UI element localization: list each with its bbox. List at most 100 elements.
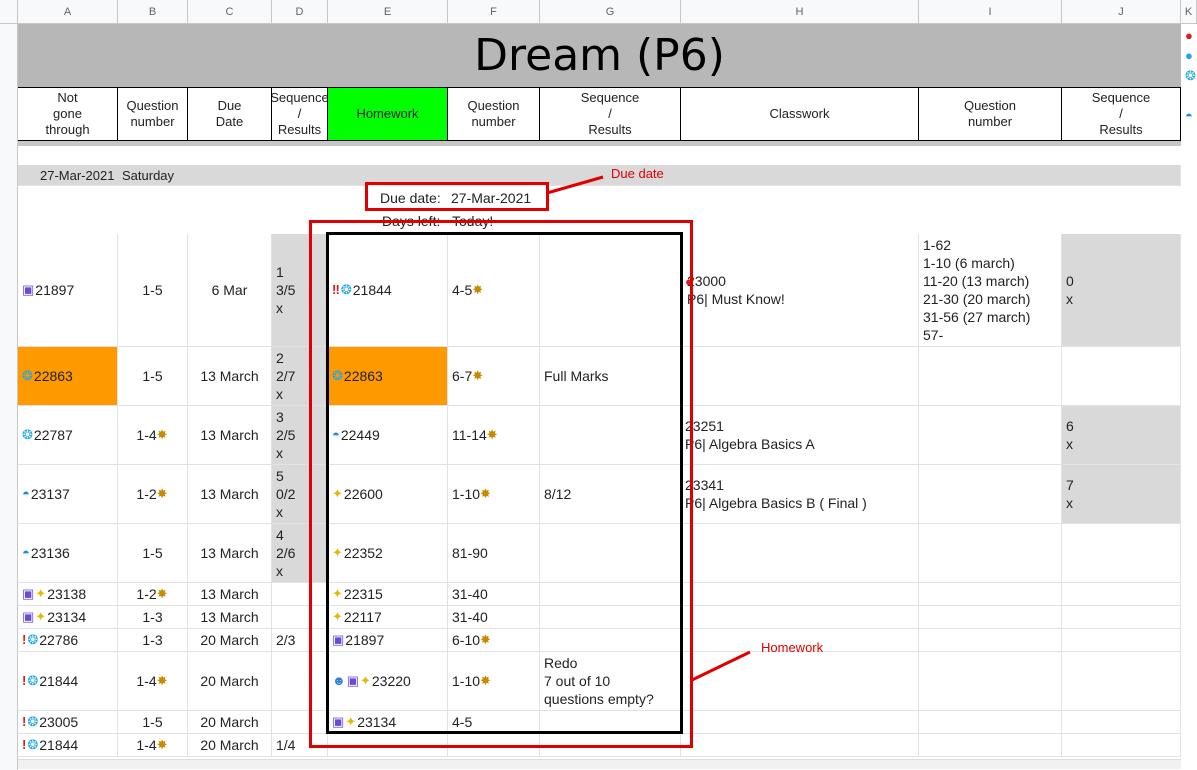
sheet-title[interactable]: Dream (P6) bbox=[18, 24, 1181, 88]
column-header-d[interactable]: D bbox=[272, 0, 328, 24]
column-header-g[interactable]: G bbox=[540, 0, 681, 24]
column-header-f[interactable]: F bbox=[448, 0, 540, 24]
header-not-gone-through[interactable]: Not gone through bbox=[18, 88, 118, 141]
cell-c-row1[interactable]: 6 Mar bbox=[188, 234, 272, 347]
cell-b-row9[interactable]: 1-4 ✸ bbox=[118, 652, 188, 711]
cell-a-row2[interactable]: ❂ 22863 bbox=[18, 347, 118, 406]
cell-h-row2[interactable] bbox=[681, 347, 919, 406]
burst-icon: ✸ bbox=[156, 586, 168, 601]
cell-b-row1[interactable]: 1-5 bbox=[118, 234, 188, 347]
column-header-h[interactable]: H bbox=[681, 0, 919, 24]
cell-b-row11[interactable]: 1-4 ✸ bbox=[118, 734, 188, 757]
header-classwork[interactable]: Classwork bbox=[681, 88, 919, 141]
cell-b-row3[interactable]: 1-4 ✸ bbox=[118, 406, 188, 465]
cell-a-row10[interactable]: ! ❂ 23005 bbox=[18, 711, 118, 734]
cell-j-row1[interactable]: 0 x bbox=[1062, 234, 1181, 347]
day-cell[interactable]: Saturday bbox=[118, 165, 188, 186]
cell-i-row11[interactable] bbox=[919, 734, 1062, 757]
cell-c-row3[interactable]: 13 March bbox=[188, 406, 272, 465]
cell-j-row4[interactable]: 7 x bbox=[1062, 465, 1181, 524]
cell-a-row8[interactable]: ! ❂ 22786 bbox=[18, 629, 118, 652]
cell-a-row1[interactable]: ▣ 21897 bbox=[18, 234, 118, 347]
cell-h-row10[interactable] bbox=[681, 711, 919, 734]
cell-h-row5[interactable] bbox=[681, 524, 919, 583]
cell-i-row9[interactable] bbox=[919, 652, 1062, 711]
cell-a-row7[interactable]: ▣ ✦ 23134 bbox=[18, 606, 118, 629]
cell-c-row10[interactable]: 20 March bbox=[188, 711, 272, 734]
cell-c-row7[interactable]: 13 March bbox=[188, 606, 272, 629]
column-header-b[interactable]: B bbox=[118, 0, 188, 24]
cell-j-row6[interactable] bbox=[1062, 583, 1181, 606]
cell-c-row6[interactable]: 13 March bbox=[188, 583, 272, 606]
corner-cell[interactable] bbox=[0, 0, 18, 24]
header-cw-sequence-results[interactable]: Sequence / Results bbox=[1062, 88, 1181, 141]
wave-icon: ◓ bbox=[1185, 108, 1193, 123]
cell-i-row8[interactable] bbox=[919, 629, 1062, 652]
cell-h-row11[interactable] bbox=[681, 734, 919, 757]
cell-c-row8[interactable]: 20 March bbox=[188, 629, 272, 652]
cell-h-row6[interactable] bbox=[681, 583, 919, 606]
cell-a-row11[interactable]: ! ❂ 21844 bbox=[18, 734, 118, 757]
burst-icon: ✸ bbox=[156, 737, 168, 752]
cell-h-row3[interactable]: 23251 P6| Algebra Basics A bbox=[681, 406, 919, 465]
cell-i-row3[interactable] bbox=[919, 406, 1062, 465]
header-homework[interactable]: Homework bbox=[328, 88, 448, 141]
exclamation-icon: ! bbox=[22, 632, 27, 647]
cell-a-row3[interactable]: ❂ 22787 bbox=[18, 406, 118, 465]
cell-i-row2[interactable] bbox=[919, 347, 1062, 406]
cell-i-row4[interactable] bbox=[919, 465, 1062, 524]
column-header-a[interactable]: A bbox=[18, 0, 118, 24]
header-hw-sequence-results[interactable]: Sequence / Results bbox=[540, 88, 681, 141]
due-date-highlight-box bbox=[365, 182, 549, 211]
column-header-j[interactable]: J bbox=[1062, 0, 1181, 24]
cell-h-row4[interactable]: 23341 P6| Algebra Basics B ( Final ) bbox=[681, 465, 919, 524]
homework-arrow bbox=[691, 650, 751, 682]
cell-j-row5[interactable] bbox=[1062, 524, 1181, 583]
header-cw-question-number[interactable]: Question number bbox=[919, 88, 1062, 141]
cell-a-row6[interactable]: ▣ ✦ 23138 bbox=[18, 583, 118, 606]
cell-i-row5[interactable] bbox=[919, 524, 1062, 583]
column-header-i[interactable]: I bbox=[919, 0, 1062, 24]
cell-i-row10[interactable] bbox=[919, 711, 1062, 734]
cell-i-row6[interactable] bbox=[919, 583, 1062, 606]
robot-icon: ▣ bbox=[22, 609, 35, 624]
cell-h-row7[interactable] bbox=[681, 606, 919, 629]
cell-b-row6[interactable]: 1-2 ✸ bbox=[118, 583, 188, 606]
column-header-e[interactable]: E bbox=[328, 0, 448, 24]
cell-h-row1[interactable]: ● 23000 P6| Must Know! bbox=[681, 234, 919, 347]
horizontal-scrollbar[interactable] bbox=[18, 759, 1181, 769]
date-cell[interactable]: 27-Mar-2021 bbox=[36, 165, 120, 186]
cell-c-row5[interactable]: 13 March bbox=[188, 524, 272, 583]
cell-j-row3[interactable]: 6 x bbox=[1062, 406, 1181, 465]
cell-j-row10[interactable] bbox=[1062, 711, 1181, 734]
cell-j-row7[interactable] bbox=[1062, 606, 1181, 629]
cell-j-row9[interactable] bbox=[1062, 652, 1181, 711]
cell-j-row8[interactable] bbox=[1062, 629, 1181, 652]
cell-i-row1[interactable]: 1-62 1-10 (6 march) 11-20 (13 march) 21-… bbox=[919, 234, 1062, 347]
sparkles-icon: ✦ bbox=[35, 609, 47, 624]
cell-b-row10[interactable]: 1-5 bbox=[118, 711, 188, 734]
column-header-c[interactable]: C bbox=[188, 0, 272, 24]
row-header-strip[interactable] bbox=[0, 24, 18, 770]
cell-a-row5[interactable]: ◓ 23136 bbox=[18, 524, 118, 583]
cell-c-row11[interactable]: 20 March bbox=[188, 734, 272, 757]
cell-a-row9[interactable]: ! ❂ 21844 bbox=[18, 652, 118, 711]
cell-c-row4[interactable]: 13 March bbox=[188, 465, 272, 524]
column-header-k[interactable]: K bbox=[1181, 0, 1197, 24]
header-sequence-results[interactable]: Sequence / Results bbox=[272, 88, 328, 141]
header-due-date[interactable]: Due Date bbox=[188, 88, 272, 141]
due-date-annotation-label: Due date bbox=[611, 166, 664, 181]
cell-a-row4[interactable]: ◓ 23137 bbox=[18, 465, 118, 524]
cell-c-row9[interactable]: 20 March bbox=[188, 652, 272, 711]
cell-b-row7[interactable]: 1-3 bbox=[118, 606, 188, 629]
cell-b-row8[interactable]: 1-3 bbox=[118, 629, 188, 652]
header-hw-question-number[interactable]: Question number bbox=[448, 88, 540, 141]
cell-c-row2[interactable]: 13 March bbox=[188, 347, 272, 406]
cell-i-row7[interactable] bbox=[919, 606, 1062, 629]
cell-b-row4[interactable]: 1-2 ✸ bbox=[118, 465, 188, 524]
cell-j-row11[interactable] bbox=[1062, 734, 1181, 757]
cell-j-row2[interactable] bbox=[1062, 347, 1181, 406]
cell-b-row2[interactable]: 1-5 bbox=[118, 347, 188, 406]
header-question-number[interactable]: Question number bbox=[118, 88, 188, 141]
cell-b-row5[interactable]: 1-5 bbox=[118, 524, 188, 583]
